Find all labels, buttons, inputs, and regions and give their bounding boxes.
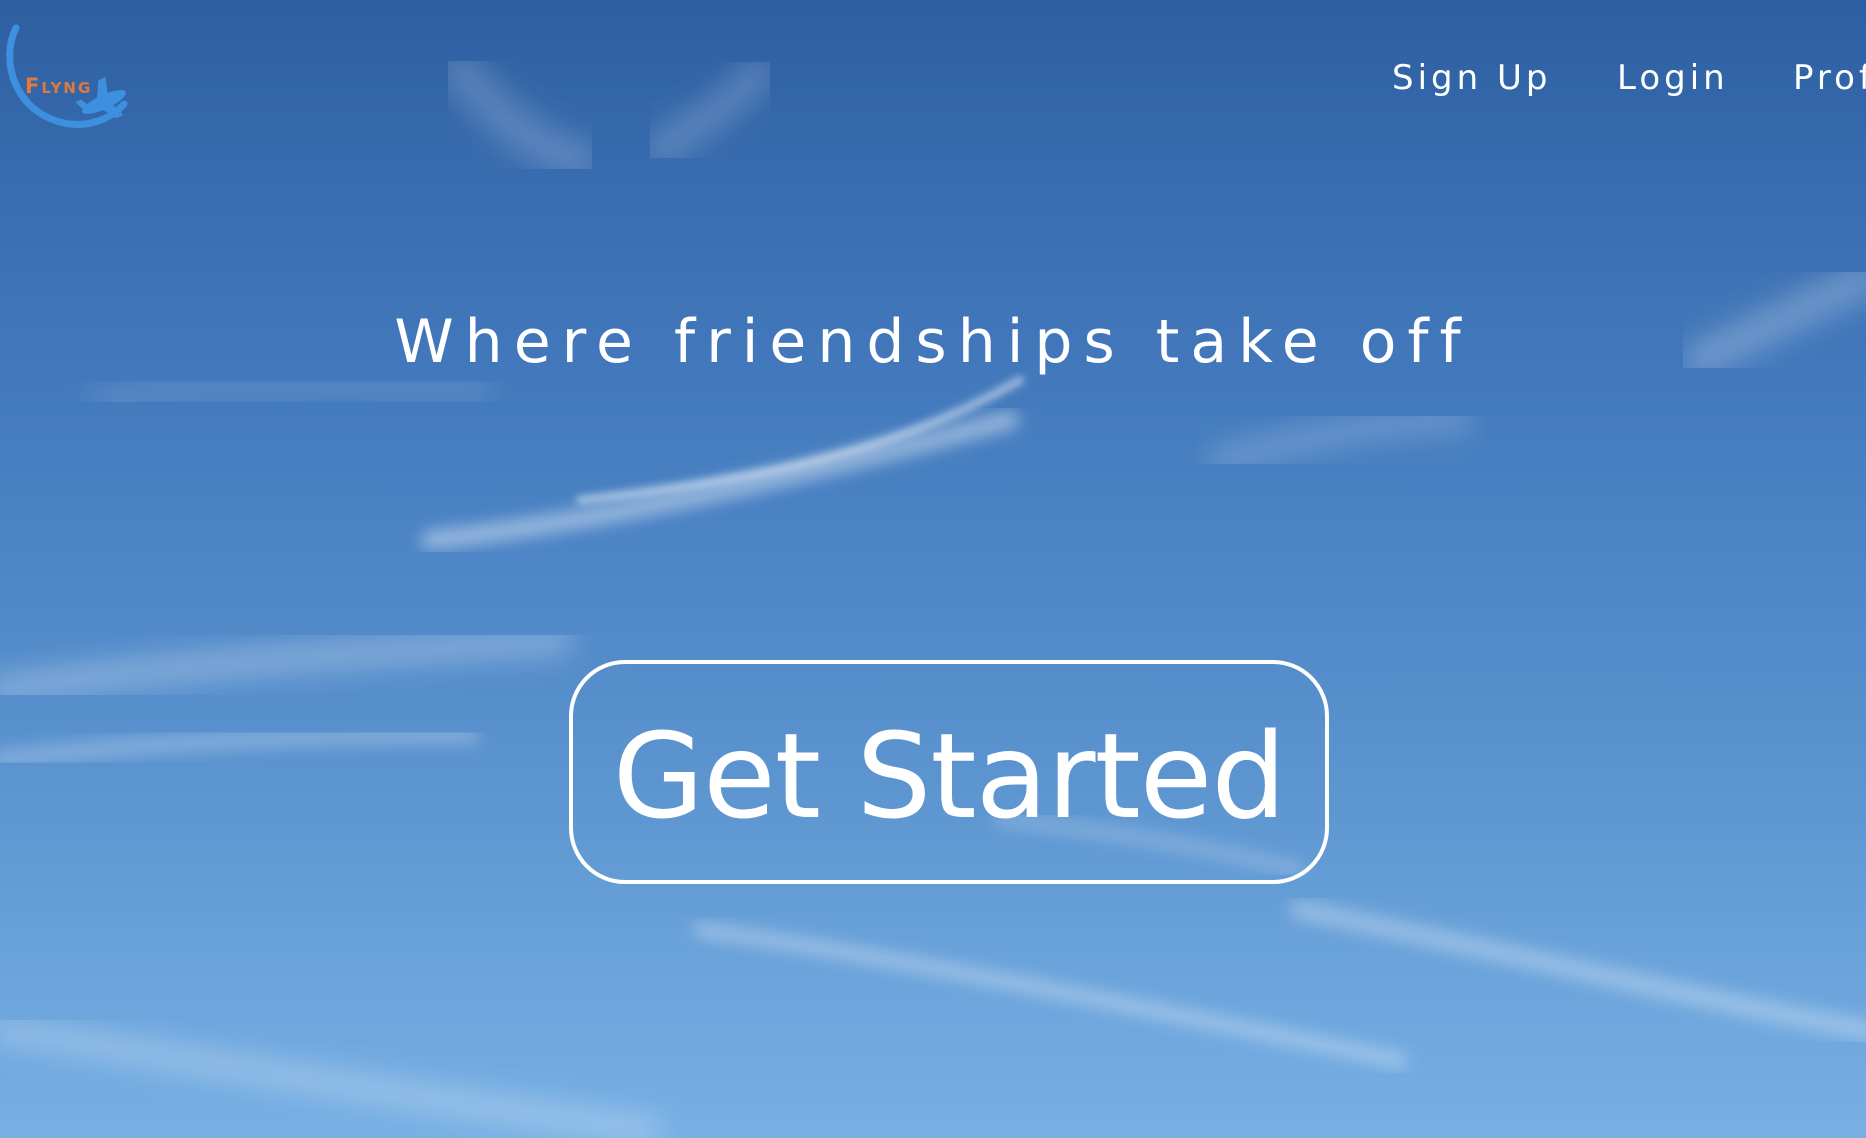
get-started-label: Get Started	[612, 707, 1287, 845]
nav-sign-up-link[interactable]: Sign Up	[1392, 56, 1551, 100]
brand-name: Flyng	[25, 74, 93, 98]
nav-profile-link[interactable]: Profile	[1793, 56, 1866, 100]
top-nav: Sign Up Login Profile	[966, 56, 1866, 100]
nav-login-link[interactable]: Login	[1617, 56, 1729, 100]
hero-headline: Where friendships take off	[394, 307, 1472, 377]
cloud-wisps	[0, 50, 1866, 1138]
sky-background	[0, 0, 1866, 1138]
get-started-button[interactable]: Get Started	[569, 660, 1329, 884]
brand-logo[interactable]: Flyng	[6, 20, 140, 130]
